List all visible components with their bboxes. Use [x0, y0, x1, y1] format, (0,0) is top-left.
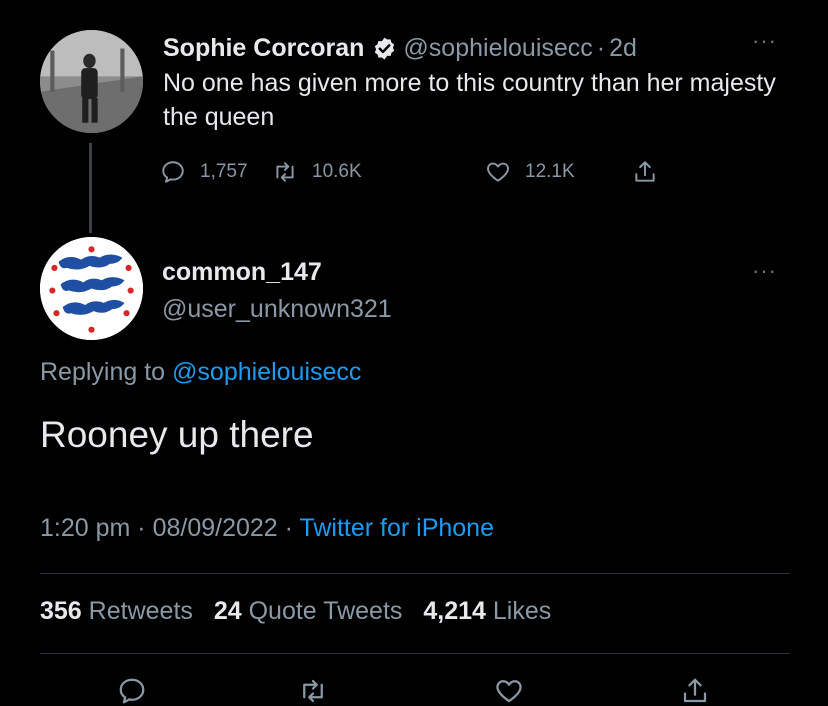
meta-separator: · [130, 514, 153, 542]
retweet-icon [276, 162, 294, 182]
more-options-icon[interactable]: ··· [752, 30, 777, 52]
original-tweet-text: No one has given more to this country th… [163, 69, 776, 131]
tweet-date[interactable]: 08/09/2022 [153, 514, 278, 542]
tweet-time[interactable]: 1:20 pm [40, 514, 130, 542]
reply-icon [119, 678, 145, 704]
likes-count: 4,214 [423, 597, 486, 625]
reply-count: 1,757 [200, 161, 248, 182]
heart-icon [487, 162, 509, 182]
author-handle[interactable]: @sophielouisecc [403, 34, 592, 63]
avatar-common147[interactable] [40, 237, 143, 340]
tweet-source[interactable]: Twitter for iPhone [299, 514, 494, 542]
quotes-label: Quote Tweets [248, 597, 403, 625]
quotes-count: 24 [213, 597, 242, 625]
retweet-count: 10.6K [312, 161, 362, 182]
share-icon [635, 161, 655, 182]
reply-button[interactable]: 1,757 [160, 154, 248, 190]
divider [40, 653, 790, 654]
original-tweet-header: Sophie Corcoran @sophielouisecc · 2d [163, 28, 637, 68]
retweet-icon [303, 679, 323, 703]
engagement-stats: 356 Retweets 24 Quote Tweets 4,214 Likes [40, 597, 551, 626]
author-name[interactable]: Sophie Corcoran [163, 34, 364, 63]
share-button[interactable] [632, 154, 672, 190]
retweet-button[interactable] [298, 676, 328, 706]
retweet-button[interactable]: 10.6K [272, 154, 362, 190]
likes-stat[interactable]: 4,214 Likes [423, 597, 551, 625]
retweets-label: Retweets [88, 597, 193, 625]
meta-separator-2: · [277, 514, 300, 542]
like-count: 12.1K [525, 161, 575, 182]
like-button[interactable] [494, 676, 524, 706]
replying-to-label: Replying to [40, 358, 173, 386]
retweets-stat[interactable]: 356 Retweets [40, 597, 193, 625]
reply-tweet-text: Rooney up there [40, 414, 314, 455]
avatar-sophie[interactable] [40, 30, 143, 133]
replying-to-mention[interactable]: @sophielouisecc [172, 358, 361, 386]
likes-label: Likes [492, 597, 552, 625]
header-separator: · [596, 33, 606, 62]
reply-button[interactable] [117, 676, 147, 706]
divider [40, 573, 790, 574]
replying-to-line: Replying to @sophielouisecc [40, 358, 361, 387]
quotes-stat[interactable]: 24 Quote Tweets [214, 597, 403, 625]
thread-connector-line [89, 143, 92, 233]
retweets-count: 356 [40, 597, 82, 625]
share-icon [683, 678, 707, 703]
reply-icon [162, 161, 184, 183]
tweet-age[interactable]: 2d [609, 34, 637, 63]
reply-author-name[interactable]: common_147 [162, 258, 322, 287]
share-button[interactable] [680, 676, 710, 706]
reply-author-handle[interactable]: @user_unknown321 [162, 295, 392, 324]
verified-badge-icon [372, 36, 397, 61]
reply-more-options-icon[interactable]: ··· [752, 260, 777, 282]
like-button[interactable]: 12.1K [485, 154, 575, 190]
tweet-metadata: 1:20 pm · 08/09/2022 · Twitter for iPhon… [40, 514, 494, 543]
heart-icon [496, 680, 522, 703]
